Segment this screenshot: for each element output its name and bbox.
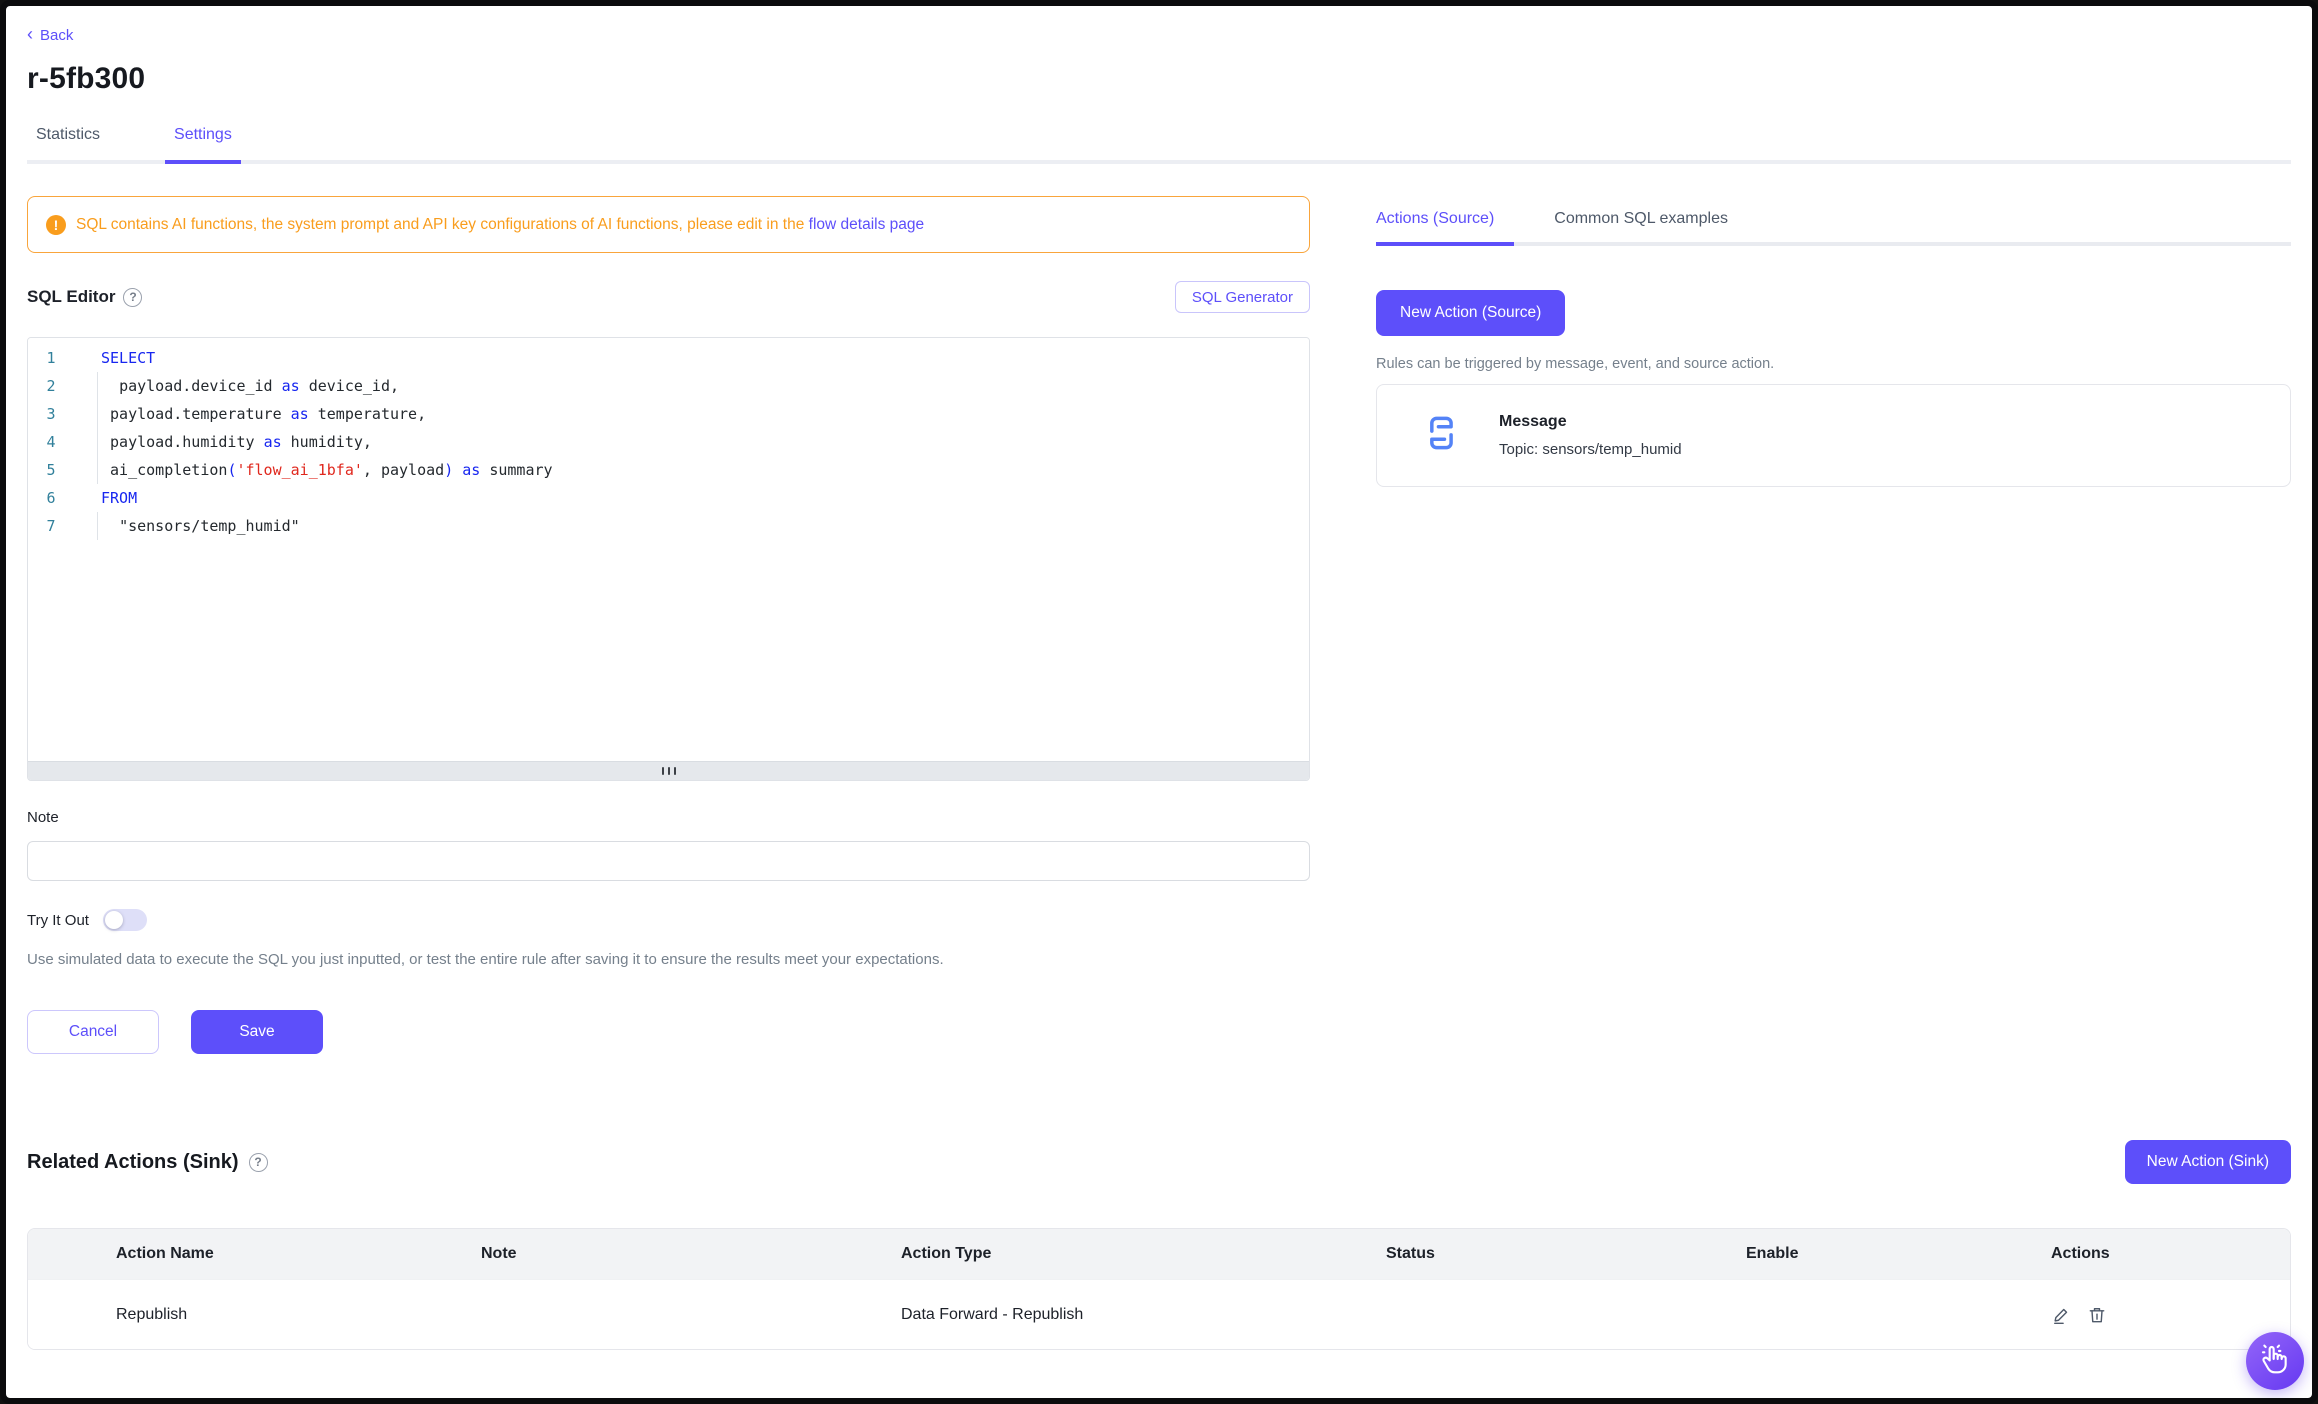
page-title: r-5fb300 xyxy=(27,62,2291,96)
ai-warning-banner: ! SQL contains AI functions, the system … xyxy=(27,196,1310,253)
delete-trash-icon[interactable] xyxy=(2087,1305,2107,1325)
new-action-source-button[interactable]: New Action (Source) xyxy=(1376,290,1565,336)
cell-action-name: Republish xyxy=(28,1306,481,1324)
col-status: Status xyxy=(1386,1245,1746,1263)
back-link[interactable]: ‹ Back xyxy=(27,26,73,44)
code-line-text: "sensors/temp_humid" xyxy=(74,512,300,540)
tab-settings[interactable]: Settings xyxy=(165,126,241,164)
chevron-left-icon: ‹ xyxy=(27,25,33,43)
help-icon-sql-editor[interactable]: ? xyxy=(123,288,142,307)
sql-generator-button[interactable]: SQL Generator xyxy=(1175,281,1310,313)
col-note: Note xyxy=(481,1245,901,1263)
hand-tap-icon xyxy=(2259,1343,2291,1380)
edit-pencil-icon[interactable] xyxy=(2051,1305,2071,1325)
col-enable: Enable xyxy=(1746,1245,2051,1263)
code-line: 5 ai_completion('flow_ai_1bfa', payload)… xyxy=(28,456,1309,484)
code-line: 6FROM xyxy=(28,484,1309,512)
tab-statistics[interactable]: Statistics xyxy=(27,126,109,164)
try-it-out-toggle[interactable] xyxy=(103,909,147,931)
code-line-text: payload.temperature as temperature, xyxy=(74,400,426,428)
line-number: 5 xyxy=(28,456,74,484)
code-line: 4 payload.humidity as humidity, xyxy=(28,428,1309,456)
code-line-text: payload.humidity as humidity, xyxy=(74,428,372,456)
cancel-button[interactable]: Cancel xyxy=(27,1010,159,1054)
try-it-out-description: Use simulated data to execute the SQL yo… xyxy=(27,951,1310,968)
code-line: 7 "sensors/temp_humid" xyxy=(28,512,1309,540)
main-tabs: Statistics Settings xyxy=(27,126,2291,164)
line-number: 2 xyxy=(28,372,74,400)
sql-editor-label: SQL Editor xyxy=(27,287,115,307)
note-input[interactable] xyxy=(27,841,1310,881)
hand-tap-floating-button[interactable] xyxy=(2246,1332,2304,1390)
code-line-text: FROM xyxy=(74,484,137,512)
editor-resize-handle[interactable] xyxy=(28,761,1309,780)
note-label: Note xyxy=(27,809,1310,826)
code-line: 1SELECT xyxy=(28,344,1309,372)
line-number: 3 xyxy=(28,400,74,428)
tab-actions-source[interactable]: Actions (Source) xyxy=(1376,210,1514,246)
new-action-sink-button[interactable]: New Action (Sink) xyxy=(2125,1140,2291,1184)
cell-action-type: Data Forward - Republish xyxy=(901,1306,1386,1324)
table-row: Republish Data Forward - Republish xyxy=(28,1279,2290,1349)
app-window: ‹ Back r-5fb300 Statistics Settings ! SQ… xyxy=(0,0,2318,1404)
line-number: 4 xyxy=(28,428,74,456)
code-line-text: ai_completion('flow_ai_1bfa', payload) a… xyxy=(74,456,553,484)
message-box-icon xyxy=(1419,409,1463,462)
source-hint: Rules can be triggered by message, event… xyxy=(1376,356,2291,372)
col-action-name: Action Name xyxy=(28,1245,481,1263)
tab-common-sql-examples[interactable]: Common SQL examples xyxy=(1554,210,1748,246)
table-header-row: Action Name Note Action Type Status Enab… xyxy=(28,1229,2290,1279)
related-actions-title: Related Actions (Sink) ? xyxy=(27,1151,268,1174)
try-it-out-label: Try It Out xyxy=(27,912,89,929)
exclamation-circle-icon: ! xyxy=(46,215,66,235)
save-button[interactable]: Save xyxy=(191,1010,323,1054)
code-line-text: payload.device_id as device_id, xyxy=(74,372,399,400)
line-number: 7 xyxy=(28,512,74,540)
line-number: 6 xyxy=(28,484,74,512)
flow-details-link[interactable]: flow details page xyxy=(809,216,924,233)
cell-actions xyxy=(2051,1305,2290,1325)
code-line: 3 payload.temperature as temperature, xyxy=(28,400,1309,428)
message-source-card[interactable]: Message Topic: sensors/temp_humid xyxy=(1376,384,2291,487)
drag-dots-icon xyxy=(662,767,664,775)
col-action-type: Action Type xyxy=(901,1245,1386,1263)
sql-editor[interactable]: 1SELECT2 payload.device_id as device_id,… xyxy=(27,337,1310,781)
code-line-text: SELECT xyxy=(74,344,155,372)
sql-code[interactable]: 1SELECT2 payload.device_id as device_id,… xyxy=(28,338,1309,761)
message-card-title: Message xyxy=(1499,413,1682,431)
back-label: Back xyxy=(40,27,73,44)
help-icon-related-actions[interactable]: ? xyxy=(249,1153,268,1172)
code-line: 2 payload.device_id as device_id, xyxy=(28,372,1309,400)
related-actions-table: Action Name Note Action Type Status Enab… xyxy=(27,1228,2291,1350)
message-card-topic: Topic: sensors/temp_humid xyxy=(1499,441,1682,458)
line-number: 1 xyxy=(28,344,74,372)
col-actions: Actions xyxy=(2051,1245,2290,1263)
warning-text: SQL contains AI functions, the system pr… xyxy=(76,216,924,234)
source-panel-tabs: Actions (Source) Common SQL examples xyxy=(1376,210,2291,246)
